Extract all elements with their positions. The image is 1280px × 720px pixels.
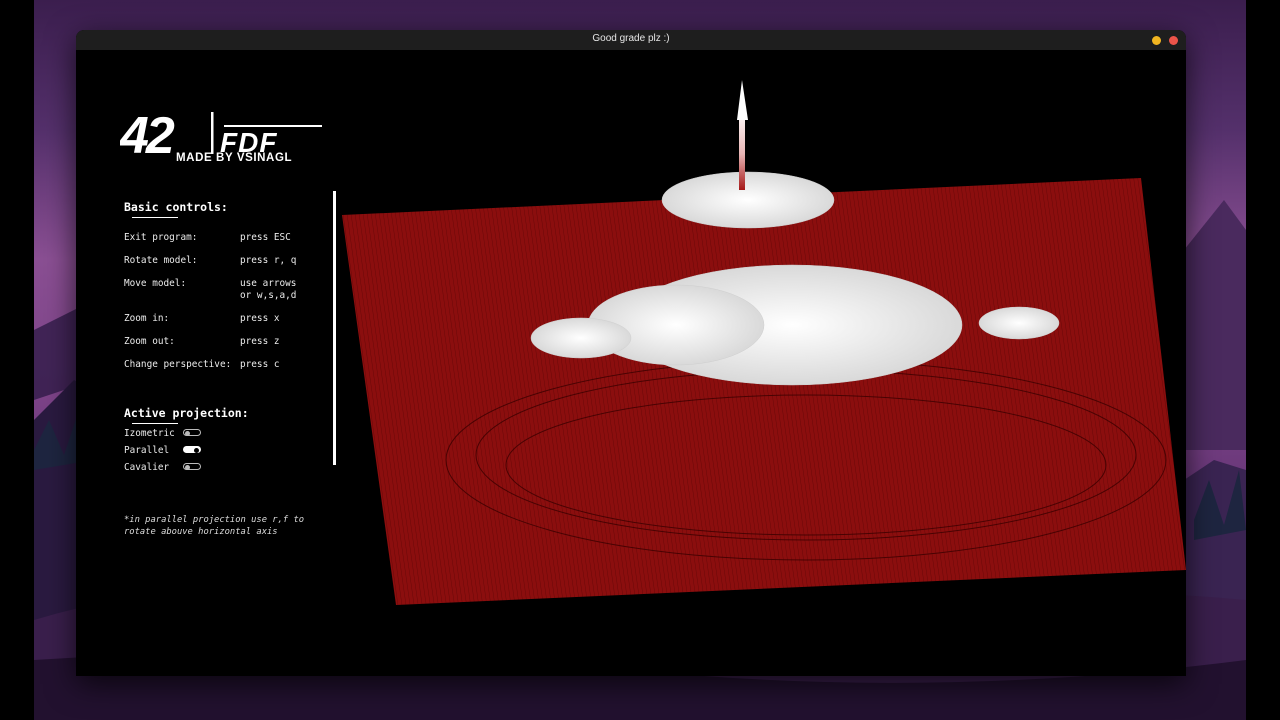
projection-label: Izometric xyxy=(124,428,175,439)
control-value: use arrows or w,s,a,d xyxy=(240,278,297,301)
fdf-canvas[interactable]: 42 FDF MADE BY VSINAGL Basic controls: E… xyxy=(76,50,1186,676)
toggle-icon[interactable] xyxy=(183,429,201,436)
active-projection-heading: Active projection: xyxy=(124,406,249,424)
parallel-footnote: *in parallel projection use r,f to rotat… xyxy=(124,515,305,537)
control-label: Exit program: xyxy=(124,232,198,243)
basic-controls-heading: Basic controls: xyxy=(124,200,228,218)
toggle-icon[interactable] xyxy=(183,463,201,470)
control-value: press ESC xyxy=(240,232,291,243)
control-value: press r, q xyxy=(240,255,297,266)
control-value: press z xyxy=(240,336,280,347)
control-label: Zoom out: xyxy=(124,336,175,347)
logo-number: 42 xyxy=(120,108,175,165)
close-icon[interactable] xyxy=(1169,36,1178,45)
projection-option-parallel[interactable]: Parallel xyxy=(124,445,201,456)
projection-label: Parallel xyxy=(124,445,170,456)
projection-label: Cavalier xyxy=(124,462,170,473)
control-label: Zoom in: xyxy=(124,313,170,324)
app-window: Good grade plz :) 42 FDF MADE BY VSINAGL… xyxy=(76,30,1186,676)
minimize-icon[interactable] xyxy=(1152,36,1161,45)
wireframe-render xyxy=(342,80,1186,605)
title-bar[interactable]: Good grade plz :) xyxy=(76,30,1186,50)
central-spire xyxy=(739,110,745,190)
control-value: press c xyxy=(240,359,280,370)
control-value: press x xyxy=(240,313,280,324)
window-title: Good grade plz :) xyxy=(592,33,670,44)
logo-tagline: MADE BY VSINAGL xyxy=(176,152,293,164)
spire-tip xyxy=(737,80,748,120)
control-label: Move model: xyxy=(124,278,187,289)
projection-option-cavalier[interactable]: Cavalier xyxy=(124,462,201,473)
toggle-icon[interactable] xyxy=(183,446,201,453)
control-label: Change perspective: xyxy=(124,359,232,370)
projection-option-izometric[interactable]: Izometric xyxy=(124,428,201,439)
control-label: Rotate model: xyxy=(124,255,198,266)
